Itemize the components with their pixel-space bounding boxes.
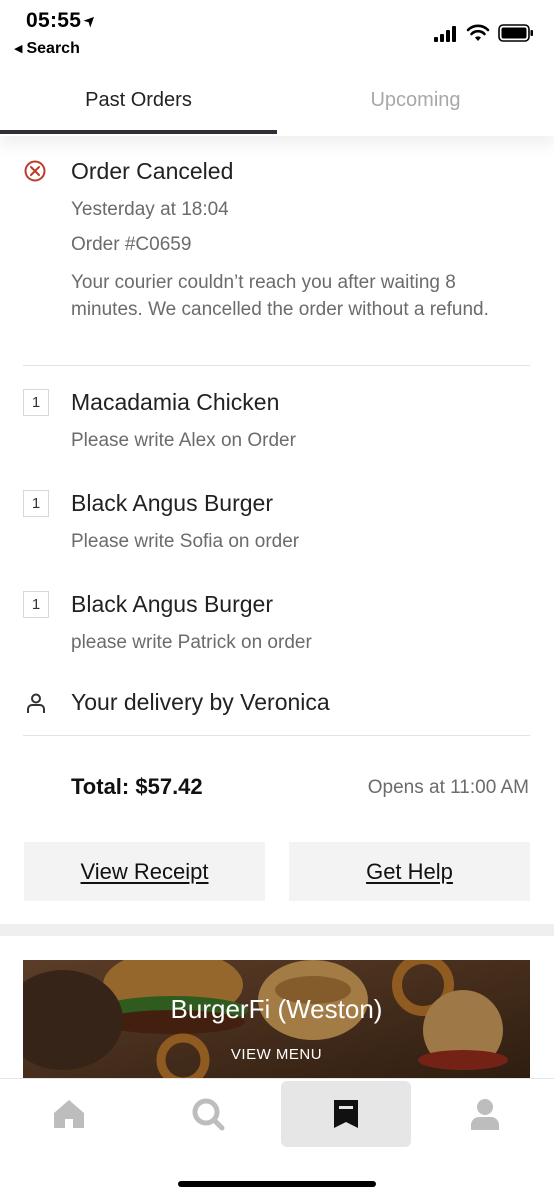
restaurant-banner[interactable]: BurgerFi (Weston) VIEW MENU: [23, 960, 530, 1078]
search-icon: [192, 1098, 225, 1131]
item-quantity: 1: [23, 389, 49, 416]
battery-icon: [498, 24, 533, 42]
nav-account-button[interactable]: [420, 1081, 550, 1147]
order-status: Order Canceled: [71, 158, 234, 184]
courier-person-icon: [27, 693, 45, 713]
view-menu-link[interactable]: VIEW MENU: [23, 1046, 530, 1063]
nav-search-button[interactable]: [143, 1081, 273, 1147]
order-number: Order #C0659: [71, 234, 192, 255]
order-time: Yesterday at 18:04: [71, 199, 229, 220]
item-quantity: 1: [23, 490, 49, 517]
item-name: Black Angus Burger: [71, 591, 274, 617]
restaurant-name: BurgerFi (Weston): [170, 994, 383, 1024]
order-total: Total: $57.42: [71, 774, 203, 799]
item-note: Please write Sofia on order: [71, 531, 300, 552]
view-receipt-button[interactable]: View Receipt: [24, 842, 265, 901]
item-name: Macadamia Chicken: [71, 389, 280, 415]
get-help-button[interactable]: Get Help: [289, 842, 530, 901]
back-label: Search: [26, 40, 80, 57]
opening-hours: Opens at 11:00 AM: [367, 777, 529, 798]
item-name: Black Angus Burger: [71, 490, 274, 516]
wifi-icon: [466, 24, 490, 41]
account-icon: [471, 1099, 499, 1130]
divider: [23, 365, 530, 366]
delivery-courier: Your delivery by Veronica: [71, 689, 330, 715]
orders-icon: [334, 1100, 358, 1128]
tab-past-orders[interactable]: Past Orders: [0, 66, 277, 136]
home-icon: [54, 1100, 84, 1128]
clock-text: 05:55: [26, 9, 82, 32]
home-indicator: [178, 1181, 376, 1187]
nav-orders-button[interactable]: [281, 1081, 411, 1147]
cellular-signal-icon: [434, 26, 456, 42]
canceled-icon: [24, 160, 46, 182]
section-separator: [0, 924, 554, 936]
back-triangle-icon: ◀: [14, 43, 23, 55]
divider: [23, 735, 530, 736]
location-arrow-icon: ➤: [80, 10, 102, 32]
item-quantity: 1: [23, 591, 49, 618]
status-bar: 05:55➤ ◀ Search: [0, 0, 554, 66]
item-note: please write Patrick on order: [71, 632, 312, 653]
item-note: Please write Alex on Order: [71, 430, 296, 451]
status-time: 05:55➤: [26, 9, 102, 33]
active-tab-underline: [0, 130, 277, 134]
cancellation-message: Your courier couldn’t reach you after wa…: [71, 272, 489, 320]
order-tabs: Past Orders Upcoming: [0, 66, 554, 136]
nav-home-button[interactable]: [4, 1081, 134, 1147]
tab-upcoming[interactable]: Upcoming: [277, 66, 554, 136]
back-to-search-link[interactable]: ◀ Search: [14, 40, 80, 58]
